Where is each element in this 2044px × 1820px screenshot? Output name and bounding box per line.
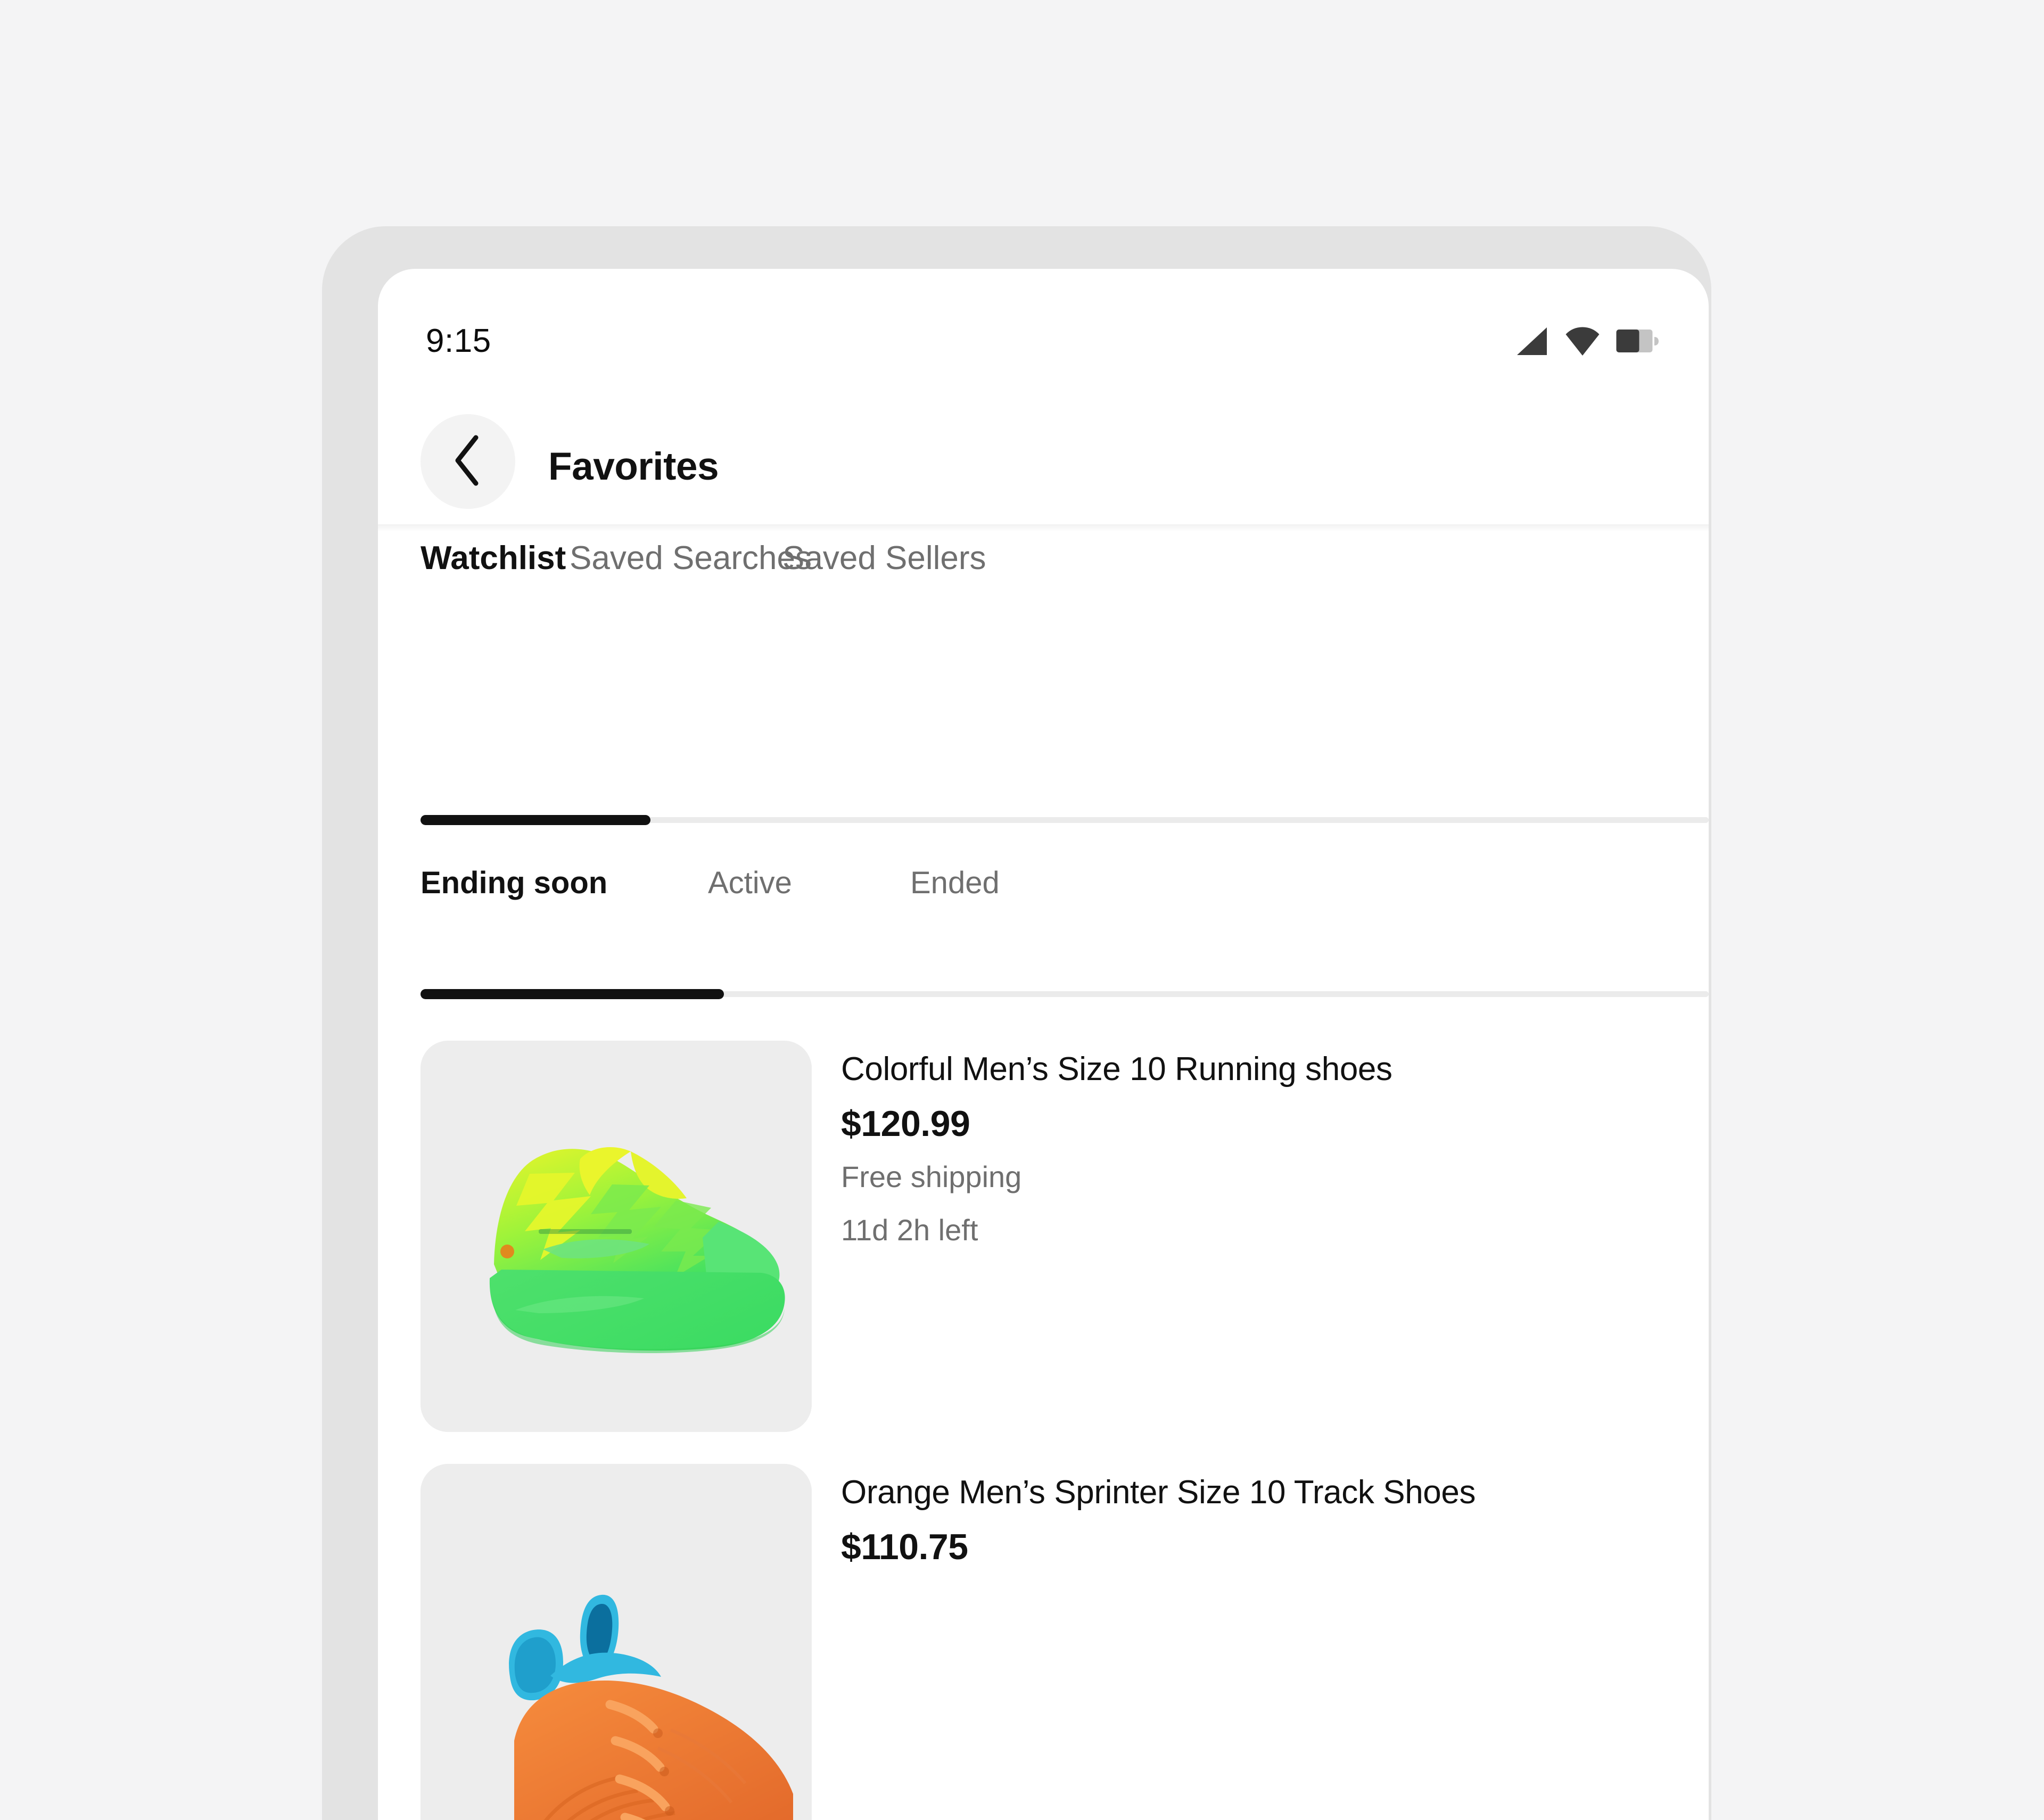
tab-active[interactable]: Active bbox=[708, 865, 792, 901]
wifi-icon bbox=[1565, 327, 1600, 358]
list-item[interactable]: Colorful Men’s Size 10 Running shoes $12… bbox=[378, 1009, 1709, 1432]
product-thumbnail-orange-shoe[interactable] bbox=[421, 1464, 812, 1820]
header-divider bbox=[378, 524, 1709, 532]
phone-screen: 9:15 Favorites Watchlist Saved Searches … bbox=[378, 269, 1709, 1820]
battery-icon bbox=[1616, 329, 1660, 356]
product-title: Colorful Men’s Size 10 Running shoes bbox=[841, 1051, 1392, 1088]
status-bar: 9:15 bbox=[378, 269, 1709, 391]
tabs-primary-indicator bbox=[421, 815, 650, 825]
tabs-secondary: Ending soon Active Ended bbox=[378, 865, 1709, 940]
product-thumbnail-green-shoe[interactable] bbox=[421, 1041, 812, 1432]
product-price: $110.75 bbox=[841, 1527, 968, 1568]
product-shipping: Free shipping bbox=[841, 1160, 1022, 1194]
back-button[interactable] bbox=[421, 414, 515, 509]
product-title: Orange Men’s Sprinter Size 10 Track Shoe… bbox=[841, 1474, 1476, 1511]
product-info: Colorful Men’s Size 10 Running shoes $12… bbox=[841, 1041, 1666, 1250]
signal-icon bbox=[1515, 326, 1549, 359]
tabs-primary: Watchlist Saved Searches Saved Sellers bbox=[378, 532, 1709, 606]
product-price: $120.99 bbox=[841, 1103, 970, 1144]
product-info: Orange Men’s Sprinter Size 10 Track Shoe… bbox=[841, 1464, 1666, 1568]
page-title: Favorites bbox=[548, 445, 719, 488]
tab-saved-sellers[interactable]: Saved Sellers bbox=[782, 539, 986, 577]
screenshot-stage: 9:15 Favorites Watchlist Saved Searches … bbox=[0, 0, 2044, 1820]
tab-watchlist[interactable]: Watchlist bbox=[421, 539, 566, 577]
tab-ending-soon[interactable]: Ending soon bbox=[421, 865, 607, 901]
list-item[interactable]: Orange Men’s Sprinter Size 10 Track Shoe… bbox=[378, 1432, 1709, 1820]
status-icons bbox=[1515, 326, 1660, 358]
tab-ended[interactable]: Ended bbox=[910, 865, 1000, 901]
app-header: Favorites bbox=[378, 391, 1709, 524]
chevron-left-icon bbox=[451, 434, 484, 489]
product-list: Colorful Men’s Size 10 Running shoes $12… bbox=[378, 1009, 1709, 1820]
product-time-left: 11d 2h left bbox=[841, 1213, 978, 1247]
status-time: 9:15 bbox=[426, 323, 491, 359]
tabs-secondary-indicator bbox=[421, 989, 724, 999]
tab-saved-searches[interactable]: Saved Searches bbox=[570, 539, 812, 577]
